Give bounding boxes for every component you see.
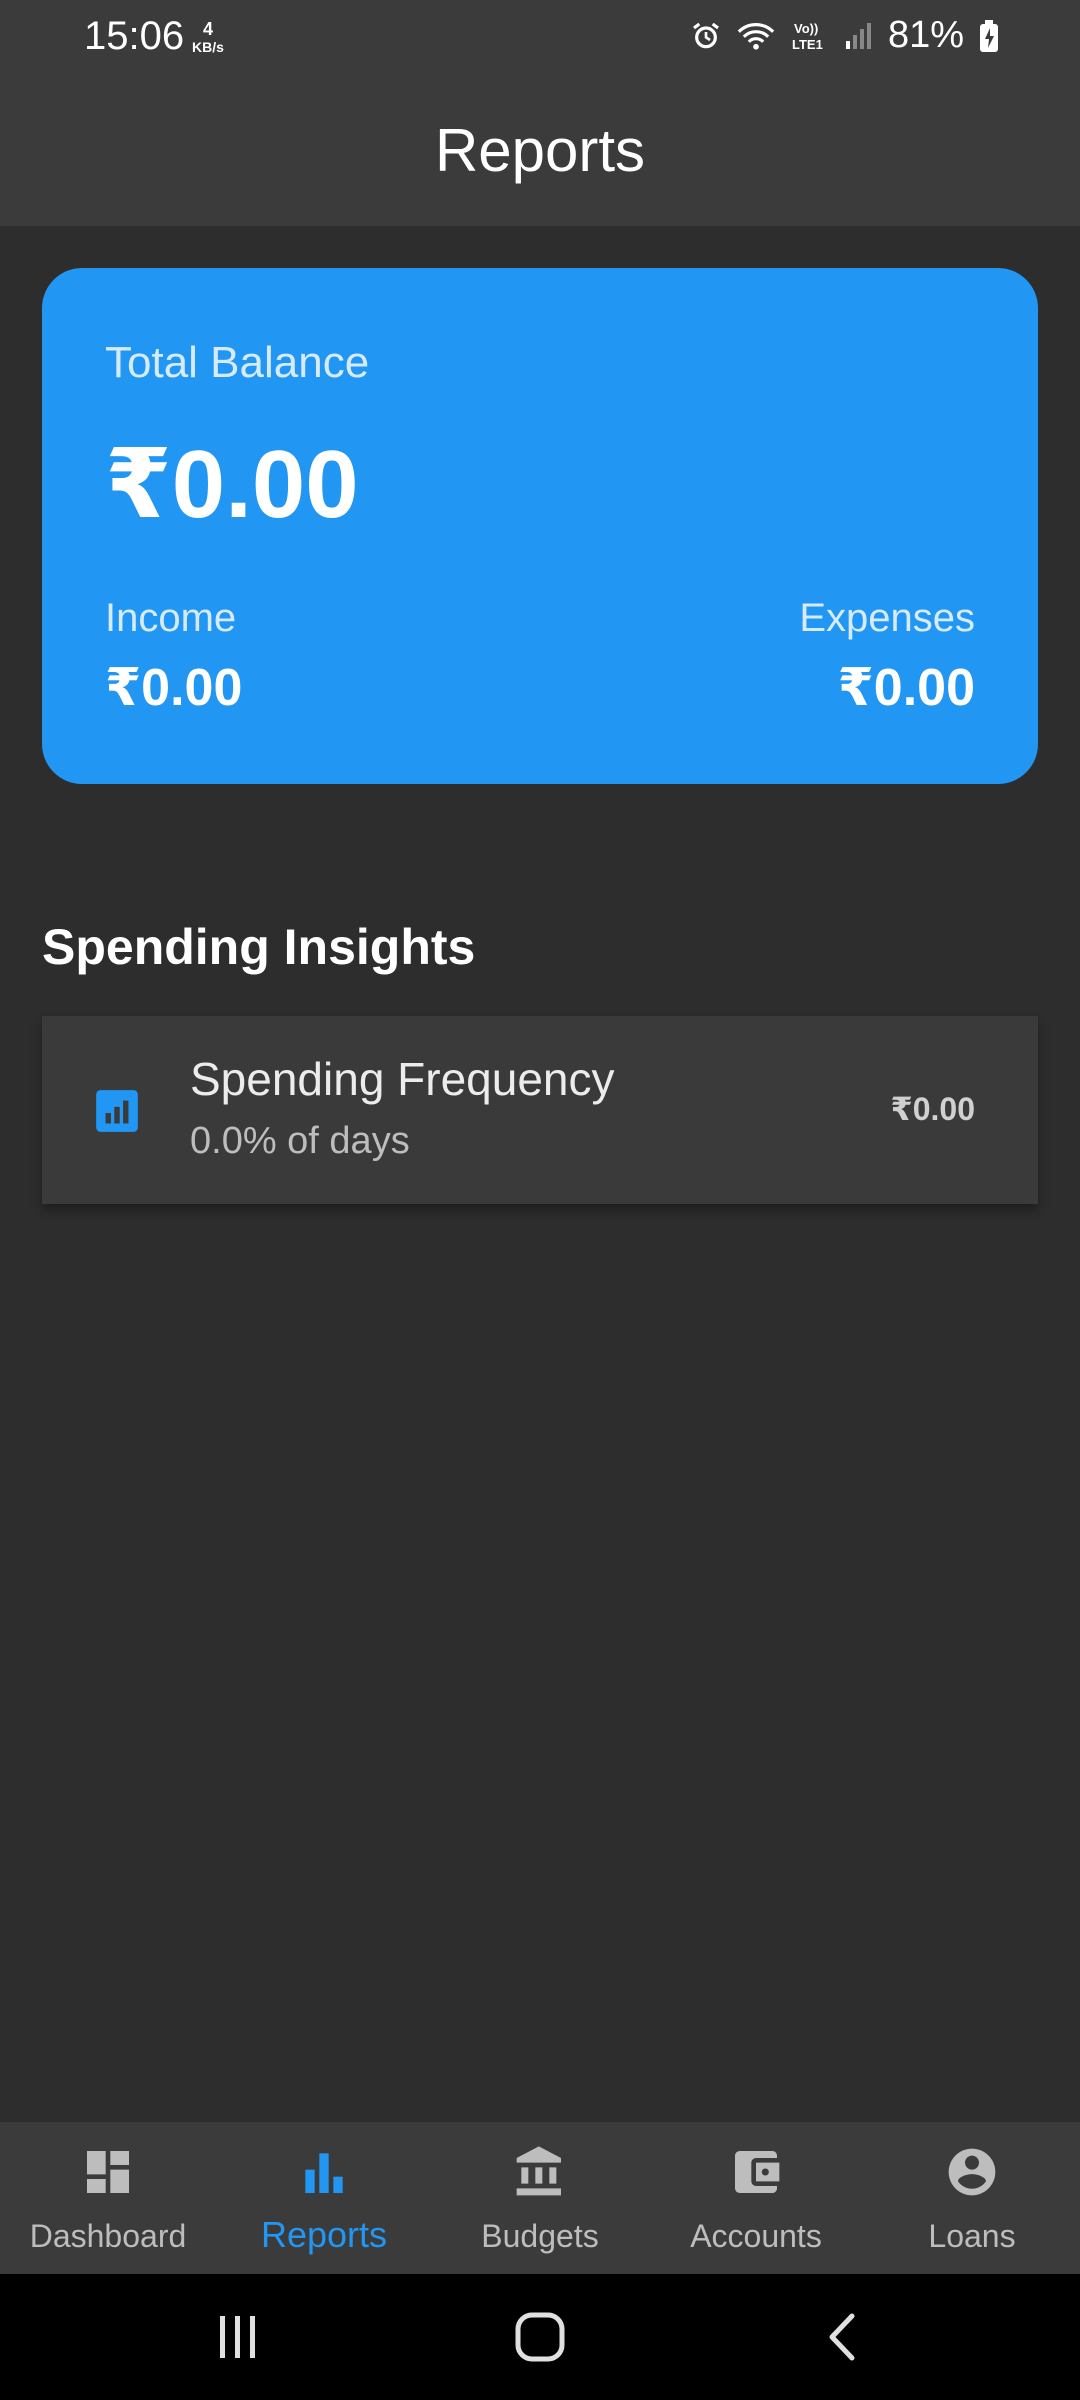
- nav-label-dashboard: Dashboard: [29, 2218, 187, 2254]
- expenses-label: Expenses: [799, 596, 975, 640]
- account-circle-icon: [864, 2144, 1080, 2200]
- insight-value: ₹0.00: [890, 1091, 975, 1127]
- wifi-icon: [736, 20, 776, 52]
- bottom-navigation: Dashboard Reports Budgets Accounts Loans: [0, 2122, 1080, 2274]
- section-title: Spending Insights: [42, 919, 476, 975]
- back-icon[interactable]: [824, 2312, 860, 2367]
- nav-item-loans[interactable]: Loans: [864, 2122, 1080, 2274]
- balance-card: Total Balance ₹0.00 Income ₹0.00 Expense…: [42, 268, 1038, 784]
- total-balance-value: ₹0.00: [105, 431, 359, 538]
- dashboard-icon: [0, 2144, 216, 2200]
- network-speed-value: 4: [202, 19, 213, 39]
- alarm-icon: [690, 20, 722, 52]
- insight-subtitle: 0.0% of days: [190, 1120, 410, 1162]
- network-speed: 4 KB/s: [192, 20, 224, 56]
- battery-percent: 81%: [887, 14, 964, 56]
- nav-item-dashboard[interactable]: Dashboard: [0, 2122, 216, 2274]
- nav-label-loans: Loans: [928, 2218, 1016, 2254]
- nav-item-accounts[interactable]: Accounts: [648, 2122, 864, 2274]
- total-balance-label: Total Balance: [105, 338, 370, 387]
- status-time: 15:06: [84, 14, 185, 58]
- insight-item-spending-frequency[interactable]: Spending Frequency 0.0% of days ₹0.00: [42, 1016, 1038, 1204]
- system-navigation-bar: [0, 2274, 1080, 2400]
- page-title: Reports: [434, 117, 646, 184]
- income-label: Income: [105, 596, 237, 640]
- income-value: ₹0.00: [105, 659, 243, 717]
- bar-chart-icon: [92, 1086, 142, 1141]
- signal-icon: [844, 21, 874, 51]
- nav-label-budgets: Budgets: [481, 2218, 599, 2254]
- svg-text:Vo)): Vo)): [794, 21, 818, 36]
- volte-icon: Vo)) LTE1: [790, 19, 830, 53]
- insight-title: Spending Frequency: [190, 1053, 615, 1105]
- bar-chart-icon: [216, 2144, 432, 2200]
- expenses-value: ₹0.00: [837, 659, 975, 717]
- app-bar: Reports: [0, 76, 1080, 226]
- nav-label-accounts: Accounts: [690, 2218, 822, 2254]
- battery-charging-icon: [978, 19, 1000, 53]
- nav-label-reports: Reports: [260, 2214, 388, 2255]
- bank-icon: [432, 2144, 648, 2200]
- status-bar: 15:06 4 KB/s Vo)) LTE1 81%: [0, 0, 1080, 76]
- home-icon[interactable]: [514, 2312, 566, 2367]
- network-speed-unit: KB/s: [192, 39, 224, 55]
- svg-text:LTE1: LTE1: [792, 37, 823, 52]
- recent-apps-icon[interactable]: [214, 2312, 262, 2367]
- nav-item-reports[interactable]: Reports: [216, 2122, 432, 2274]
- wallet-icon: [648, 2144, 864, 2200]
- nav-item-budgets[interactable]: Budgets: [432, 2122, 648, 2274]
